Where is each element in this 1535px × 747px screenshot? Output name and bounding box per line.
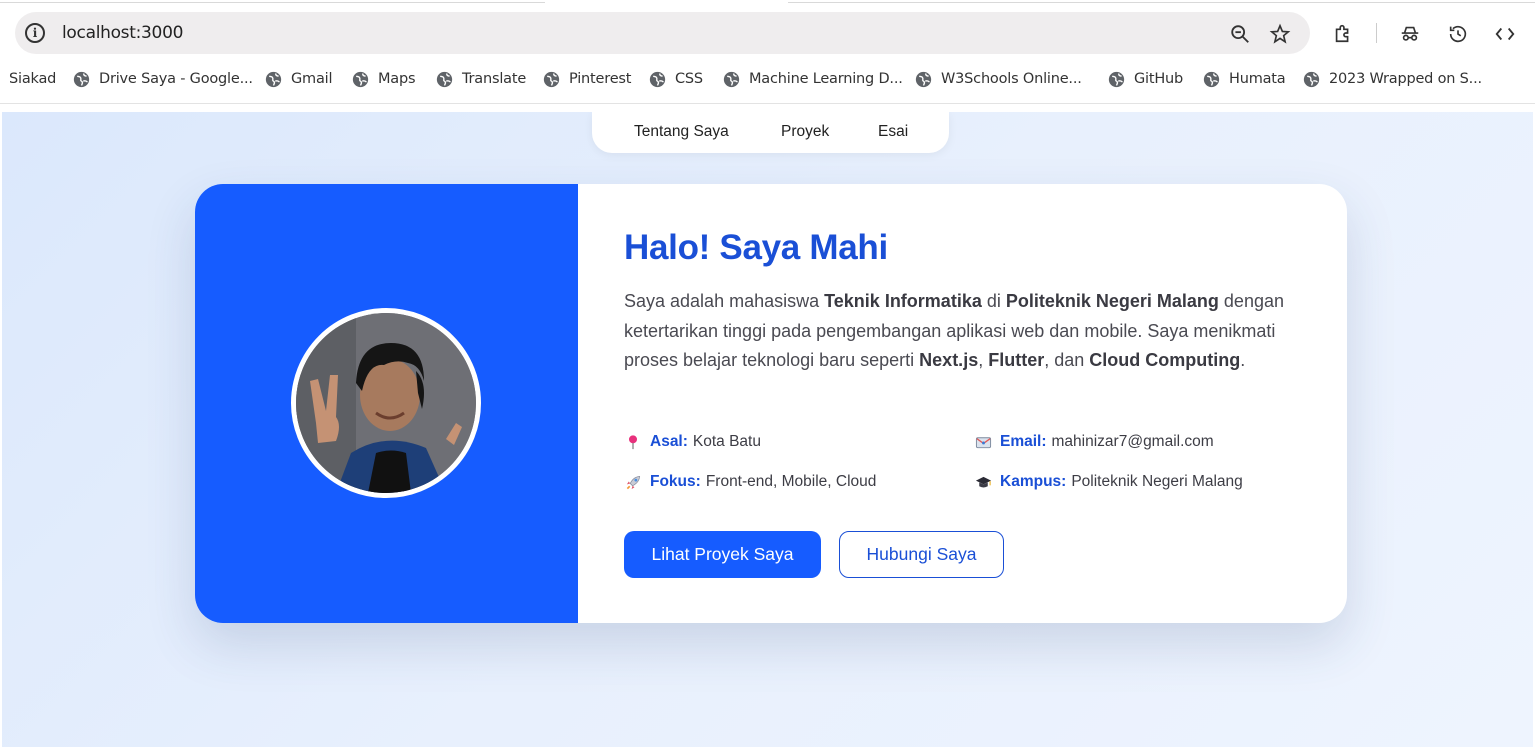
tab-divider (788, 2, 1535, 3)
profile-card: Halo! Saya Mahi Saya adalah mahasiswa Te… (195, 184, 1347, 623)
bookmark-item[interactable]: Machine Learning D... (723, 68, 903, 90)
page-title: Halo! Saya Mahi (624, 228, 888, 267)
bookmark-item[interactable]: Translate (436, 68, 526, 90)
globe-icon (436, 71, 453, 87)
bookmark-item[interactable]: Humata (1203, 68, 1286, 90)
desc-text: , (978, 350, 989, 370)
bookmark-label: 2023 Wrapped on S... (1329, 71, 1482, 87)
bookmark-label: GitHub (1134, 71, 1184, 87)
desc-text: , dan (1044, 350, 1090, 370)
bookmark-label: CSS (675, 71, 703, 87)
url-text[interactable]: localhost:3000 (62, 23, 183, 43)
page-viewport: Tentang Saya Proyek Esai Halo! Saya Mahi… (2, 112, 1533, 747)
globe-icon (265, 71, 282, 87)
bookmark-item[interactable]: Pinterest (543, 68, 631, 90)
info-fokus: Fokus: Front-end, Mobile, Cloud (624, 473, 876, 491)
globe-icon (73, 71, 90, 87)
info-asal: Asal: Kota Batu (624, 433, 761, 451)
avatar-photo (296, 313, 476, 493)
bookmark-item[interactable]: GitHub (1108, 68, 1183, 90)
info-label: Fokus: (650, 473, 701, 490)
bookmark-label: Maps (378, 71, 416, 87)
rocket-icon (624, 473, 642, 491)
desc-highlight: Flutter (988, 350, 1045, 370)
globe-icon (352, 71, 369, 87)
bookmarks-bar: Siakad Drive Saya - Google... Gmail Maps… (0, 64, 1535, 94)
view-projects-button[interactable]: Lihat Proyek Saya (624, 531, 821, 578)
nav-esai[interactable]: Esai (878, 123, 908, 141)
devtools-icon[interactable] (1493, 22, 1517, 46)
history-icon[interactable] (1446, 22, 1470, 46)
info-value: Front-end, Mobile, Cloud (705, 473, 877, 490)
profile-card-content: Halo! Saya Mahi Saya adalah mahasiswa Te… (578, 184, 1347, 623)
globe-icon (543, 71, 560, 87)
desc-text: di (981, 291, 1006, 311)
incognito-icon[interactable] (1398, 22, 1422, 46)
top-navigation: Tentang Saya Proyek Esai (592, 112, 949, 153)
globe-icon (1303, 71, 1320, 87)
zoom-icon[interactable] (1228, 22, 1252, 46)
bookmark-item[interactable]: W3Schools Online... (915, 68, 1082, 90)
info-value: Kota Batu (692, 433, 761, 450)
globe-icon (649, 71, 666, 87)
info-label: Asal: (650, 433, 688, 450)
globe-icon (1108, 71, 1125, 87)
profile-description: Saya adalah mahasiswa Teknik Informatika… (624, 287, 1294, 376)
desc-text: Saya adalah mahasiswa (624, 291, 825, 311)
bookmark-label: Gmail (291, 71, 333, 87)
extensions-icon[interactable] (1331, 21, 1355, 45)
site-info-icon[interactable]: i (25, 23, 45, 43)
bookmark-label: Drive Saya - Google... (99, 71, 253, 87)
globe-icon (1203, 71, 1220, 87)
avatar (291, 308, 481, 498)
bookmark-item[interactable]: Siakad (9, 68, 56, 90)
tab-strip (0, 0, 1535, 6)
bookmark-star-icon[interactable] (1268, 22, 1292, 46)
bookmark-item[interactable]: Maps (352, 68, 416, 90)
info-label: Email: (1000, 433, 1047, 450)
bookmark-item[interactable]: Drive Saya - Google... (73, 68, 253, 90)
desc-text: . (1240, 350, 1246, 370)
bookmark-label: Pinterest (569, 71, 632, 87)
bookmark-label: Humata (1229, 71, 1286, 87)
desc-highlight: Next.js (919, 350, 979, 370)
info-value: Politeknik Negeri Malang (1071, 473, 1243, 490)
bookmark-item[interactable]: Gmail (265, 68, 333, 90)
nav-proyek[interactable]: Proyek (781, 123, 829, 141)
bookmark-label: Siakad (9, 71, 57, 87)
desc-highlight: Politeknik Negeri Malang (1005, 291, 1219, 311)
bookmark-item[interactable]: CSS (649, 68, 703, 90)
globe-icon (723, 71, 740, 87)
graduation-cap-icon (974, 473, 992, 491)
contact-me-button[interactable]: Hubungi Saya (839, 531, 1004, 578)
tab-divider (0, 2, 545, 3)
bookmark-item[interactable]: 2023 Wrapped on S... (1303, 68, 1482, 90)
info-kampus: Kampus: Politeknik Negeri Malang (974, 473, 1243, 491)
envelope-icon (974, 433, 992, 451)
toolbar-divider (0, 103, 1535, 104)
bookmark-label: Machine Learning D... (749, 71, 903, 87)
info-label: Kampus: (1000, 473, 1067, 490)
globe-icon (915, 71, 932, 87)
round-pushpin-icon (624, 433, 642, 451)
info-email: Email: mahinizar7@gmail.com (974, 433, 1214, 451)
desc-highlight: Teknik Informatika (824, 291, 982, 311)
info-value[interactable]: mahinizar7@gmail.com (1052, 433, 1214, 451)
toolbar-separator (1376, 23, 1377, 43)
nav-tentang-saya[interactable]: Tentang Saya (634, 123, 729, 141)
profile-card-accent-panel (195, 184, 578, 623)
desc-highlight: Cloud Computing (1089, 350, 1241, 370)
address-bar[interactable]: i localhost:3000 (15, 12, 1310, 54)
bookmark-label: Translate (462, 71, 527, 87)
bookmark-label: W3Schools Online... (941, 71, 1082, 87)
